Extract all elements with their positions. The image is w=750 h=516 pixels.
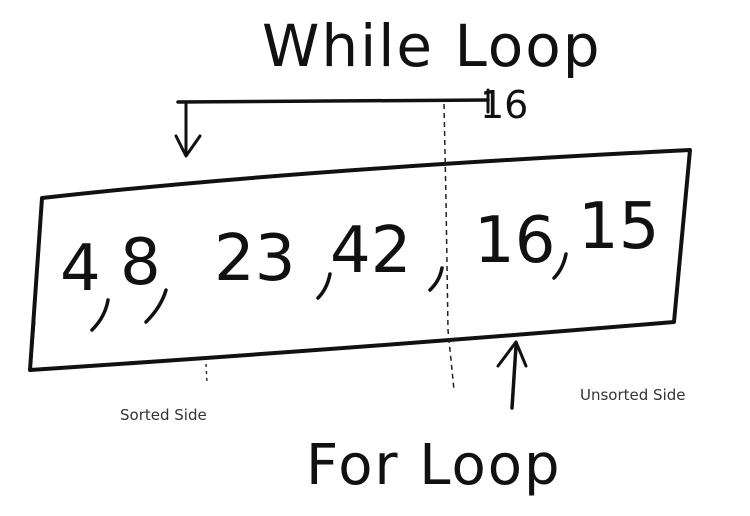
array-item: 15	[578, 190, 659, 264]
down-arrow-icon	[174, 134, 202, 158]
for-loop-arrow-shaft	[510, 344, 518, 410]
array-item: 42	[330, 214, 411, 288]
while-loop-label: While Loop	[262, 12, 602, 80]
up-arrow-icon	[496, 340, 528, 368]
sorted-side-label: Sorted Side	[120, 406, 207, 424]
array-item: 4	[60, 232, 101, 306]
while-loop-bracket-line	[176, 98, 490, 104]
array-item: 23	[214, 222, 295, 296]
array-box-tail	[28, 320, 36, 372]
partition-divider	[443, 103, 455, 391]
array-item: 16	[474, 204, 555, 278]
for-loop-label: For Loop	[306, 433, 562, 498]
pointer-value: 16	[480, 83, 528, 127]
sorted-side-tick	[205, 363, 208, 383]
insertion-sort-diagram: While Loop 16 4 8 23 42 16 15 Sorted Sid…	[28, 12, 692, 498]
array-item: 8	[120, 226, 161, 300]
unsorted-side-label: Unsorted Side	[580, 386, 685, 404]
